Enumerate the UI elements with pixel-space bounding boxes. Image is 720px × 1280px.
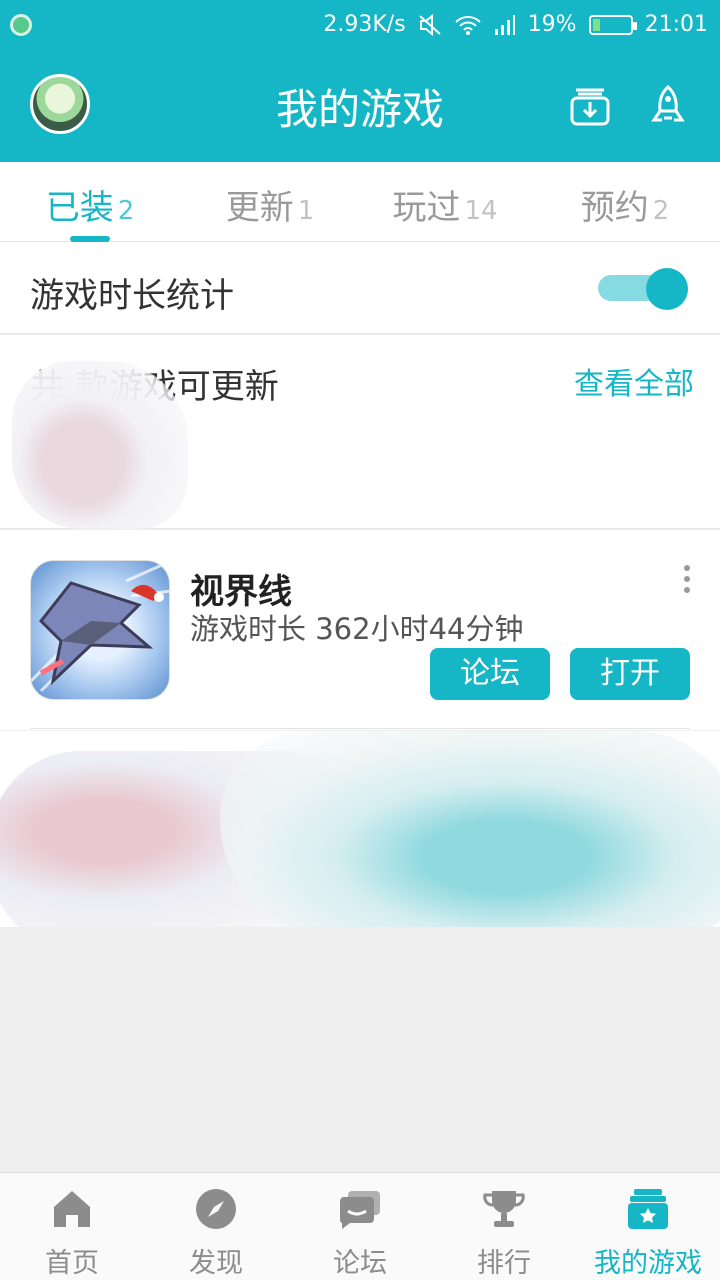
nav-label: 发现	[189, 1248, 243, 1279]
open-game-button[interactable]: 打开	[570, 648, 690, 700]
playtime-stats-toggle[interactable]	[598, 268, 690, 310]
signal-icon	[494, 14, 515, 35]
tab-installed[interactable]: 已装 2	[0, 180, 180, 229]
tab-played[interactable]: 玩过 14	[355, 180, 535, 229]
mute-icon	[419, 13, 441, 36]
view-all-link[interactable]: 查看全部	[574, 359, 694, 403]
tab-reserved[interactable]: 预约 2	[535, 180, 715, 229]
battery-fill	[592, 18, 600, 31]
network-speed: 2.93K/s	[323, 12, 406, 37]
download-manager-icon[interactable]	[568, 84, 612, 128]
app-header: 我的游戏	[0, 50, 720, 162]
nav-label: 我的游戏	[594, 1248, 702, 1279]
tab-label: 玩过	[392, 188, 461, 228]
game-icon[interactable]	[30, 560, 170, 700]
nav-ranking[interactable]: 排行	[432, 1173, 576, 1280]
game-playtime: 游戏时长 362小时44分钟	[190, 612, 524, 646]
nav-my-games[interactable]: 我的游戏	[576, 1173, 720, 1280]
notification-icon	[10, 14, 32, 36]
redacted-game-row	[0, 731, 720, 927]
toggle-knob	[646, 268, 688, 310]
tab-label: 已装	[45, 188, 114, 228]
nav-label: 排行	[477, 1248, 531, 1279]
playtime-stats-row: 游戏时长统计	[0, 242, 720, 334]
divider	[30, 728, 690, 729]
compass-icon	[196, 1189, 236, 1229]
my-games-icon	[628, 1189, 668, 1229]
nav-home[interactable]: 首页	[0, 1173, 144, 1280]
battery-percent: 19%	[527, 12, 577, 37]
wifi-icon	[454, 15, 481, 35]
nav-label: 首页	[45, 1248, 99, 1279]
game-list-item[interactable]: 视界线 游戏时长 362小时44分钟 论坛 打开	[0, 530, 720, 730]
tab-label: 更新	[225, 188, 294, 228]
tab-count: 14	[464, 196, 498, 226]
updates-card: 共 款游戏可更新 查看全部	[0, 335, 720, 529]
nav-discover[interactable]: 发现	[144, 1173, 288, 1280]
status-right: 2.93K/s 19% 21:01	[323, 12, 708, 37]
spaceship-icon	[31, 561, 169, 693]
forum-button[interactable]: 论坛	[430, 648, 550, 700]
home-icon	[54, 1191, 90, 1227]
redacted-area	[12, 361, 188, 529]
nav-forum[interactable]: 论坛	[288, 1173, 432, 1280]
tab-count: 1	[297, 196, 315, 226]
playtime-stats-label: 游戏时长统计	[30, 276, 234, 316]
tab-bar: 已装 2 更新 1 玩过 14 预约 2	[0, 162, 720, 242]
tab-label: 预约	[580, 188, 649, 228]
chat-icon	[339, 1191, 380, 1229]
trophy-icon	[483, 1191, 525, 1227]
tab-updates[interactable]: 更新 1	[180, 180, 360, 229]
nav-label: 论坛	[333, 1248, 387, 1279]
battery-icon	[588, 14, 637, 35]
page-title: 我的游戏	[275, 85, 444, 134]
status-bar: 2.93K/s 19% 21:01	[0, 0, 720, 50]
bottom-nav: 首页 发现 论坛 排行 我的游戏	[0, 1172, 720, 1280]
tab-count: 2	[117, 196, 135, 226]
rocket-icon[interactable]	[646, 84, 690, 128]
redacted-area	[220, 731, 720, 927]
tab-count: 2	[652, 196, 670, 226]
clock: 21:01	[644, 12, 708, 37]
more-vertical-icon[interactable]	[680, 564, 694, 594]
